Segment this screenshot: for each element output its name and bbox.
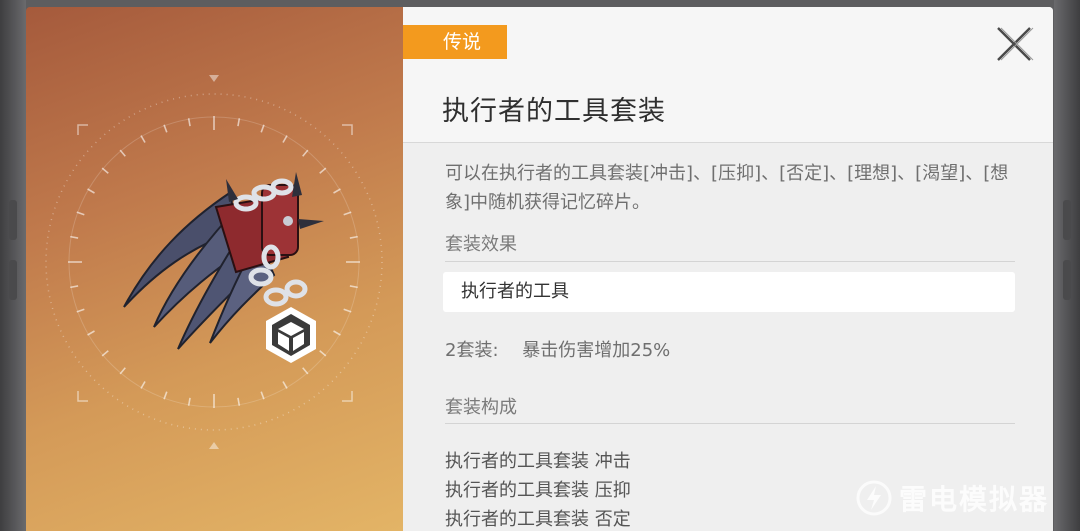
- dial-tick: [260, 124, 265, 133]
- dial-tick: [319, 167, 327, 174]
- set-name-box: 执行者的工具: [443, 272, 1015, 312]
- set-bonus: 2套装: 暴击伤害增加25%: [445, 336, 670, 362]
- bottom-marker: [209, 442, 219, 449]
- dial-tick: [333, 188, 341, 194]
- dial-tick: [119, 149, 126, 157]
- item-art-panel: [26, 7, 403, 531]
- frame-notch: [9, 200, 17, 240]
- dial-tick: [76, 211, 85, 216]
- right-frame: [1054, 0, 1080, 531]
- dial-tick: [343, 211, 352, 216]
- dial-tick: [260, 391, 265, 400]
- item-info-panel: 传说 执行者的工具套装 可以在执行者的工具套装[冲击]、[压抑]、[否定]、[理…: [403, 7, 1053, 531]
- section-divider: [445, 423, 1015, 424]
- dial-tick: [140, 381, 146, 389]
- emulator-watermark: 雷电模拟器: [855, 478, 1049, 518]
- dial-tick: [101, 167, 109, 174]
- dial-tick: [163, 391, 168, 400]
- dial-tick: [101, 350, 109, 357]
- watermark-text: 雷电模拟器: [899, 483, 1050, 516]
- dial-tick: [319, 350, 327, 357]
- dial-tick: [282, 135, 288, 143]
- frame-notch: [1063, 200, 1071, 240]
- dial-tick: [343, 308, 352, 313]
- dial-tick: [87, 188, 95, 194]
- left-frame: [0, 0, 26, 531]
- dial-tick: [302, 367, 309, 375]
- frame-notch: [1063, 260, 1071, 300]
- close-icon: [997, 27, 1034, 61]
- dial-tick: [140, 135, 146, 143]
- dial-tick: [163, 124, 168, 133]
- section-divider: [445, 261, 1015, 262]
- set-component-item: 执行者的工具套装 冲击: [445, 451, 631, 472]
- dial-tick: [87, 330, 95, 336]
- set-component-item: 执行者的工具套装 压抑: [445, 480, 631, 501]
- set-bonus-value: 暴击伤害增加25%: [522, 340, 671, 361]
- set-composition-heading: 套装构成: [445, 397, 517, 418]
- dial-tick: [302, 149, 309, 157]
- lightning-logo-icon: [856, 480, 892, 516]
- set-effect-heading: 套装效果: [445, 234, 517, 255]
- item-description: 可以在执行者的工具套装[冲击]、[压抑]、[否定]、[理想]、[渴望]、[想象]…: [445, 163, 1009, 213]
- cube-icon: [266, 307, 316, 363]
- dial-tick: [76, 308, 85, 313]
- close-button[interactable]: [992, 22, 1036, 66]
- set-component-item: 执行者的工具套装 否定: [445, 509, 631, 530]
- item-title: 执行者的工具套装: [442, 96, 666, 127]
- info-header: 传说 执行者的工具套装: [403, 7, 1053, 143]
- item-art: [45, 75, 383, 449]
- item-detail-dialog: 传说 执行者的工具套装 可以在执行者的工具套装[冲击]、[压抑]、[否定]、[理…: [26, 7, 1053, 531]
- dial-tick: [282, 381, 288, 389]
- dial-tick: [333, 330, 341, 336]
- dial-tick: [119, 367, 126, 375]
- rarity-badge: 传说: [403, 25, 507, 59]
- set-bonus-label: 2套装:: [445, 340, 499, 361]
- top-marker: [209, 75, 219, 82]
- frame-notch: [9, 260, 17, 300]
